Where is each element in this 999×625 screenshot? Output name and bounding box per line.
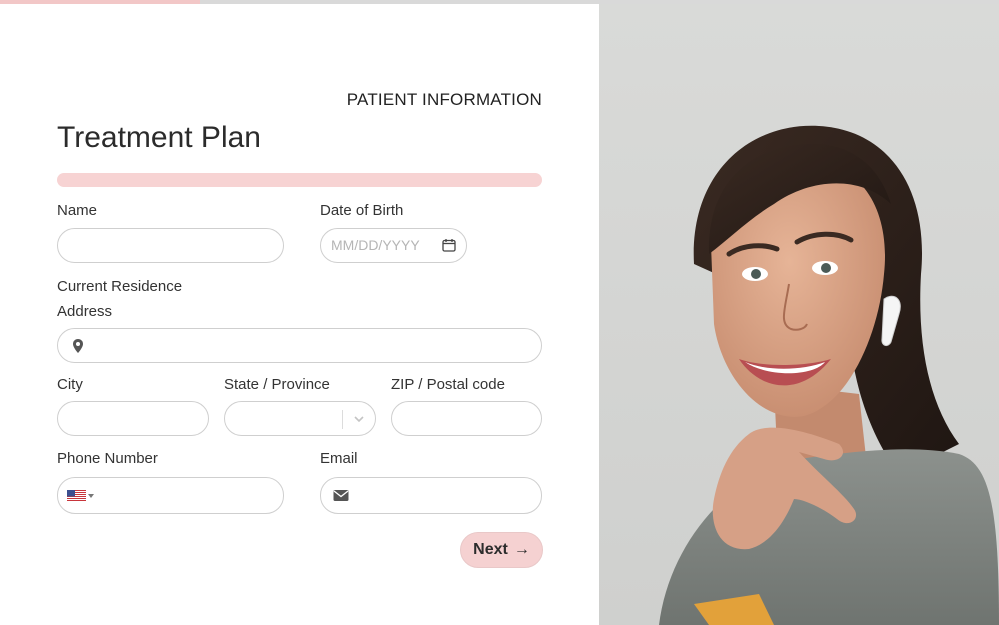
select-separator: [342, 410, 343, 429]
email-input[interactable]: [320, 477, 542, 514]
state-select[interactable]: [224, 401, 376, 436]
name-input[interactable]: [57, 228, 284, 263]
step-label: PATIENT INFORMATION: [346, 90, 542, 109]
arrow-right-icon: →: [513, 541, 530, 558]
location-pin-icon: [73, 339, 83, 353]
zip-label: ZIP / Postal code: [391, 376, 505, 393]
city-label: City: [57, 376, 83, 393]
chevron-down-icon[interactable]: [352, 412, 366, 426]
next-button-label: Next: [473, 541, 508, 558]
envelope-icon: [333, 490, 349, 501]
phone-label: Phone Number: [57, 450, 158, 467]
hero-photo: [599, 4, 999, 625]
zip-input[interactable]: [391, 401, 542, 436]
residence-heading: Current Residence: [57, 278, 183, 295]
city-input[interactable]: [57, 401, 209, 436]
dob-placeholder: MM/DD/YYYY: [331, 237, 420, 253]
email-label: Email: [320, 450, 358, 467]
us-flag-icon[interactable]: [67, 490, 86, 502]
next-button[interactable]: Next →: [460, 532, 543, 568]
page-title: Treatment Plan: [57, 121, 261, 154]
form-panel: PATIENT INFORMATION Treatment Plan Name …: [0, 4, 599, 625]
woman-portrait-image: [659, 125, 999, 625]
state-label: State / Province: [224, 376, 330, 393]
country-caret-icon[interactable]: [88, 494, 94, 499]
section-divider: [57, 173, 542, 187]
phone-input[interactable]: [57, 477, 284, 514]
address-label: Address: [57, 303, 113, 320]
dob-label: Date of Birth: [320, 202, 404, 219]
address-input[interactable]: [57, 328, 542, 363]
dob-input[interactable]: MM/DD/YYYY: [320, 228, 467, 263]
name-label: Name: [57, 202, 98, 219]
calendar-icon[interactable]: [442, 238, 456, 252]
